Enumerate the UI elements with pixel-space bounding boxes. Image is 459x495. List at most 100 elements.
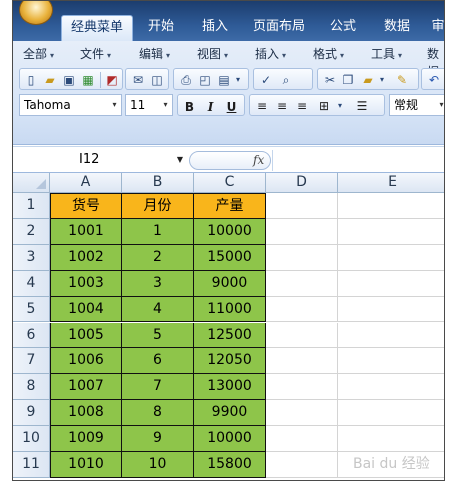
menu-tools[interactable]: 工具 ▾ [371, 45, 402, 63]
row-header-4[interactable]: 4 [13, 270, 50, 297]
wrap-text-icon[interactable]: ☰ [354, 98, 370, 114]
cell-b3[interactable]: 2 [122, 244, 194, 271]
cell-c7[interactable]: 12050 [194, 348, 266, 375]
number-format-select[interactable]: 常规 ▾ [389, 94, 444, 116]
cell-a10[interactable]: 1009 [50, 426, 122, 452]
align-center-icon[interactable]: ≡ [274, 98, 290, 114]
cell-c9[interactable]: 9900 [194, 400, 266, 427]
tab-review[interactable]: 审 [427, 15, 444, 41]
format-painter-icon[interactable]: ✎ [394, 72, 410, 88]
font-size-select[interactable]: 11 ▾ [125, 94, 173, 116]
print-preview-icon[interactable]: ◰ [197, 72, 213, 88]
cell-e7[interactable] [338, 348, 444, 375]
cell-c2[interactable]: 10000 [194, 218, 266, 245]
chevron-down-icon[interactable]: ▾ [332, 98, 348, 114]
chevron-down-icon[interactable]: ▾ [230, 72, 246, 88]
cell-b1[interactable]: 月份 [122, 193, 194, 219]
cell-c3[interactable]: 15000 [194, 244, 266, 271]
insert-function-icon[interactable]: fx [253, 151, 264, 170]
cell-e1[interactable] [338, 193, 444, 219]
cell-c11[interactable]: 15800 [194, 452, 266, 478]
cell-b5[interactable]: 4 [122, 296, 194, 323]
column-header-b[interactable]: B [122, 173, 194, 193]
cell-b2[interactable]: 1 [122, 218, 194, 245]
menu-file[interactable]: 文件 ▾ [80, 45, 111, 63]
cell-d10[interactable] [266, 426, 338, 452]
column-header-a[interactable]: A [50, 173, 122, 193]
align-right-icon[interactable]: ≡ [294, 98, 310, 114]
cell-e10[interactable] [338, 426, 444, 452]
column-header-e[interactable]: E [338, 173, 444, 193]
merge-center-icon[interactable]: ⊞ [316, 98, 332, 114]
menu-edit[interactable]: 编辑 ▾ [139, 45, 170, 63]
row-header-1[interactable]: 1 [13, 193, 50, 219]
menu-data[interactable]: 数据 [427, 45, 444, 79]
mail-icon[interactable]: ✉ [130, 72, 146, 88]
chevron-down-icon[interactable]: ▾ [159, 95, 172, 115]
cell-d11[interactable] [266, 452, 338, 478]
cell-a3[interactable]: 1002 [50, 244, 122, 271]
cell-d7[interactable] [266, 348, 338, 375]
cell-c6[interactable]: 12500 [194, 322, 266, 349]
cell-c1[interactable]: 产量 [194, 193, 266, 219]
select-all-corner[interactable] [13, 173, 50, 193]
cell-d9[interactable] [266, 400, 338, 427]
cell-a7[interactable]: 1006 [50, 348, 122, 375]
chevron-down-icon[interactable]: ▼ [174, 150, 186, 170]
cell-a1[interactable]: 货号 [50, 193, 122, 219]
row-header-8[interactable]: 8 [13, 374, 50, 401]
cell-c4[interactable]: 9000 [194, 270, 266, 297]
cut-icon[interactable]: ✂ [322, 72, 338, 88]
cell-b11[interactable]: 10 [122, 452, 194, 478]
cell-b9[interactable]: 8 [122, 400, 194, 427]
cell-a8[interactable]: 1007 [50, 374, 122, 401]
undo-icon[interactable]: ↶ [426, 72, 442, 88]
cell-d2[interactable] [266, 218, 338, 245]
font-name-select[interactable]: Tahoma ▾ [19, 94, 122, 116]
cell-a9[interactable]: 1008 [50, 400, 122, 427]
cell-e9[interactable] [338, 400, 444, 427]
cell-a6[interactable]: 1005 [50, 322, 122, 349]
chevron-down-icon[interactable]: ▾ [108, 95, 121, 115]
cell-b10[interactable]: 9 [122, 426, 194, 452]
cell-b7[interactable]: 6 [122, 348, 194, 375]
cell-a11[interactable]: 1010 [50, 452, 122, 478]
row-header-3[interactable]: 3 [13, 244, 50, 271]
cell-a5[interactable]: 1004 [50, 296, 122, 323]
italic-button[interactable]: I [202, 99, 219, 115]
chevron-down-icon[interactable]: ▾ [435, 95, 444, 115]
column-header-d[interactable]: D [266, 173, 338, 193]
cell-a2[interactable]: 1001 [50, 218, 122, 245]
cell-e4[interactable] [338, 271, 444, 297]
cell-d6[interactable] [266, 322, 338, 349]
copy-icon[interactable]: ❐ [340, 72, 356, 88]
save-icon[interactable]: ▣ [61, 72, 77, 88]
permission-icon[interactable]: ◫ [149, 72, 165, 88]
menu-format[interactable]: 格式 ▾ [313, 45, 344, 63]
cell-c5[interactable]: 11000 [194, 296, 266, 323]
row-header-7[interactable]: 7 [13, 348, 50, 375]
cell-d3[interactable] [266, 244, 338, 271]
column-header-c[interactable]: C [194, 173, 266, 193]
cell-e5[interactable] [338, 297, 444, 323]
office-button[interactable] [19, 1, 53, 25]
align-left-icon[interactable]: ≡ [254, 98, 270, 114]
cell-e8[interactable] [338, 374, 444, 401]
menu-view[interactable]: 视图 ▾ [197, 45, 228, 63]
new-file-icon[interactable]: ▯ [23, 72, 39, 88]
tab-home[interactable]: 开始 [139, 15, 183, 41]
cell-b6[interactable]: 5 [122, 322, 194, 349]
row-header-11[interactable]: 11 [13, 452, 50, 478]
tab-formulas[interactable]: 公式 [321, 15, 365, 41]
menu-all[interactable]: 全部 ▾ [23, 45, 54, 63]
cell-e2[interactable] [338, 219, 444, 245]
cell-e3[interactable] [338, 245, 444, 271]
bold-button[interactable]: B [181, 99, 198, 115]
cell-d8[interactable] [266, 374, 338, 401]
spelling-icon[interactable]: ✓ [258, 72, 274, 88]
spreadsheet-icon[interactable]: ▦ [80, 72, 96, 88]
cell-d4[interactable] [266, 270, 338, 297]
cell-a4[interactable]: 1003 [50, 270, 122, 297]
row-header-2[interactable]: 2 [13, 218, 50, 245]
cell-e6[interactable] [338, 323, 444, 349]
